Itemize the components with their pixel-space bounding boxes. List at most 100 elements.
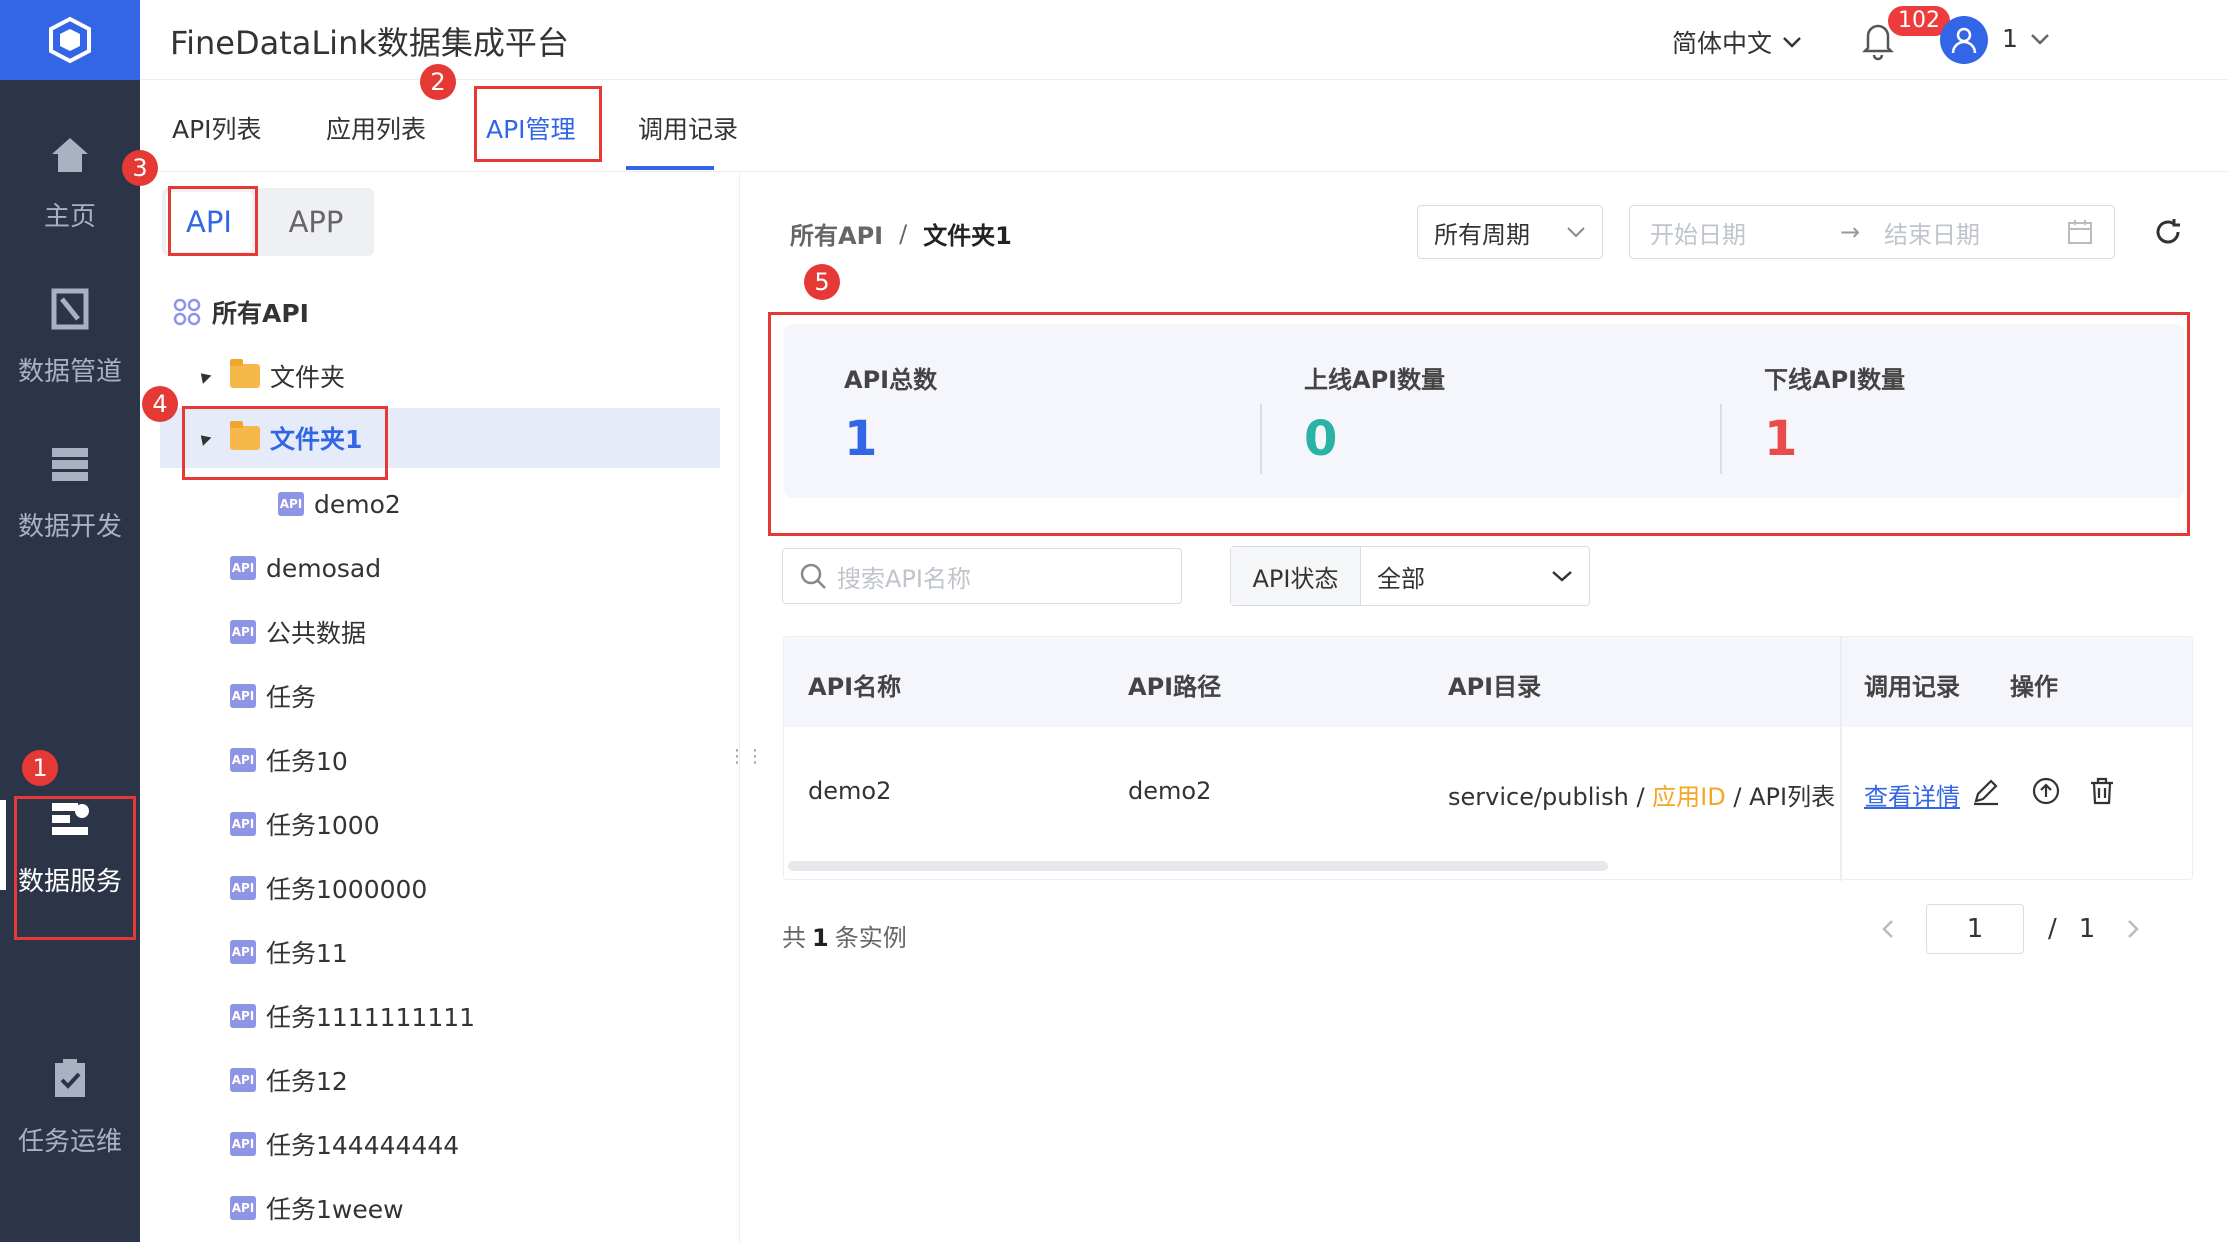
status-filter-selected: 全部 (1377, 564, 1425, 593)
active-tab-indicator (626, 166, 714, 170)
api-icon: API (230, 1196, 256, 1220)
search-input[interactable]: 搜索API名称 (782, 548, 1182, 604)
tree-item[interactable]: API demosad (140, 538, 740, 598)
tree-item[interactable]: API 任务10 (140, 730, 740, 790)
dir-separator: / (1733, 783, 1742, 811)
language-selector[interactable]: 简体中文 (1672, 24, 1802, 60)
tree-folder[interactable]: 文件夹 (140, 346, 740, 406)
segment-app[interactable]: APP (266, 192, 366, 252)
breadcrumb-current: 文件夹1 (923, 222, 1012, 250)
total-pages: 1 (2078, 914, 2096, 944)
tree-root[interactable]: 所有API (140, 282, 740, 342)
breadcrumb-root[interactable]: 所有API (790, 216, 883, 251)
home-icon (44, 128, 96, 180)
nav-label-dev: 数据开发 (17, 511, 122, 542)
prev-page-icon[interactable] (1880, 917, 1896, 941)
total-suffix: 条实例 (834, 924, 907, 952)
resize-handle[interactable]: ⋮⋮ (728, 748, 764, 766)
annotation-marker-1: 1 (22, 750, 58, 786)
date-range-picker[interactable]: 开始日期 → 结束日期 (1629, 205, 2115, 259)
dir-separator: / (1636, 783, 1645, 811)
nav-label-ops: 任务运维 (17, 1126, 122, 1157)
horizontal-scrollbar[interactable] (788, 861, 1608, 871)
search-icon (800, 563, 826, 589)
tree-folder-label: 文件夹 (270, 363, 346, 392)
chevron-down-icon (2031, 33, 2049, 45)
api-icon: API (230, 748, 256, 772)
tree-item[interactable]: API 任务1000 (140, 794, 740, 854)
api-status-filter[interactable]: API状态 全部 (1230, 546, 1590, 606)
refresh-button[interactable] (2152, 216, 2184, 248)
chevron-down-icon (1783, 37, 1801, 48)
fixed-column-divider (1840, 637, 1842, 881)
tree-item[interactable]: API 任务11 (140, 922, 740, 982)
tree-item-label: 公共数据 (266, 619, 367, 648)
api-icon: API (230, 812, 256, 836)
api-tree-panel: API APP 所有API 文件夹 文件夹1 API demo2 API demo… (140, 172, 740, 1242)
tree-item[interactable]: API 任务1111111111 (140, 986, 740, 1046)
annotation-marker-3: 3 (122, 150, 158, 186)
tree-item[interactable]: API 任务12 (140, 1050, 740, 1110)
tree-item-label: 任务144444444 (266, 1131, 460, 1160)
nav-item-dev[interactable]: 数据开发 (0, 415, 140, 565)
next-page-icon[interactable] (2125, 917, 2141, 941)
edit-button[interactable] (1970, 775, 2002, 807)
cell-api-name: demo2 (808, 777, 892, 805)
tab-api-list[interactable]: API列表 (172, 110, 262, 146)
tree-item-label: 任务11 (266, 939, 348, 968)
tree-item[interactable]: API 任务1weew (140, 1178, 740, 1238)
status-filter-value[interactable]: 全部 (1361, 559, 1589, 594)
breadcrumb-separator: / (899, 219, 908, 248)
upload-icon (2032, 777, 2060, 805)
annotation-box-4 (182, 406, 388, 480)
folder-icon (230, 359, 260, 388)
api-icon: API (230, 1132, 256, 1156)
annotation-marker-2: 2 (420, 64, 456, 100)
pagination: 1 / 1 (1880, 904, 2141, 954)
publish-button[interactable] (2030, 775, 2062, 807)
tree-item[interactable]: API 任务 (140, 666, 740, 726)
tree-item[interactable]: API 任务144444444 (140, 1114, 740, 1174)
start-date-input[interactable]: 开始日期 (1650, 215, 1840, 250)
api-table: API名称 API路径 API目录 调用记录 操作 demo2 demo2 se… (783, 636, 2193, 881)
search-placeholder: 搜索API名称 (837, 564, 971, 593)
tree-root-label: 所有API (212, 299, 309, 328)
table-header: API名称 API路径 API目录 调用记录 操作 (784, 637, 2192, 727)
nav-item-pipeline[interactable]: 数据管道 (0, 260, 140, 410)
grid-icon (173, 298, 201, 326)
logo[interactable] (0, 0, 140, 80)
logo-icon (49, 16, 91, 64)
tab-app-list[interactable]: 应用列表 (326, 110, 426, 146)
col-api-directory: API目录 (1448, 673, 1542, 701)
total-count: 共 1 条实例 (782, 918, 907, 953)
nav-label-home: 主页 (43, 201, 96, 232)
end-date-input[interactable]: 结束日期 (1884, 215, 2066, 250)
tree-item-label: 任务12 (266, 1067, 348, 1096)
calendar-icon (2068, 220, 2092, 244)
api-icon: API (230, 556, 256, 580)
api-icon: API (230, 1004, 256, 1028)
delete-button[interactable] (2086, 775, 2118, 807)
expand-icon[interactable] (196, 368, 212, 384)
page-separator: / (2048, 914, 2057, 944)
tree-item-label: 任务1weew (266, 1195, 404, 1224)
user-menu[interactable]: 1 (2002, 24, 2050, 53)
cell-api-directory: service/publish / 应用ID / API列表 (1448, 777, 1838, 812)
view-details-link[interactable]: 查看详情 (1864, 777, 1960, 812)
tab-bar: API列表 应用列表 API管理 调用记录 (140, 80, 2228, 172)
page-input[interactable]: 1 (1926, 904, 2024, 954)
tree-item-label: 任务1000 (266, 811, 380, 840)
tree-item[interactable]: API 任务1000000 (140, 858, 740, 918)
period-select[interactable]: 所有周期 (1417, 205, 1603, 259)
user-icon (1951, 27, 1977, 54)
tree-item[interactable]: API demo2 (140, 474, 740, 534)
cell-api-path: demo2 (1128, 777, 1212, 805)
nav-item-ops[interactable]: 任务运维 (0, 1030, 140, 1180)
language-label: 简体中文 (1672, 29, 1773, 58)
tab-call-records[interactable]: 调用记录 (638, 110, 738, 146)
avatar[interactable] (1940, 16, 1988, 64)
status-filter-label: API状态 (1231, 547, 1361, 605)
api-icon: API (230, 620, 256, 644)
tree-item[interactable]: API 公共数据 (140, 602, 740, 662)
nav-item-home[interactable]: 主页 (0, 105, 140, 255)
